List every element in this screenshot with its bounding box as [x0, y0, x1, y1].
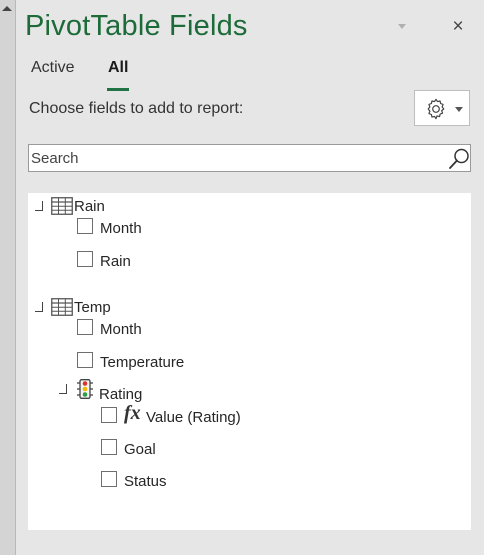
field-label-status[interactable]: Status [124, 473, 167, 490]
field-checkbox-rain-month[interactable] [77, 218, 93, 234]
field-checkbox-rain-rain[interactable] [77, 251, 93, 267]
gear-icon [427, 98, 445, 120]
kpi-name-rating[interactable]: Rating [99, 386, 142, 403]
table-name-rain[interactable]: Rain [74, 198, 105, 215]
table-icon [51, 197, 73, 215]
field-checkbox-value-rating[interactable] [101, 407, 117, 423]
search-icon[interactable] [447, 147, 471, 171]
traffic-light-icon [77, 379, 93, 399]
field-label-value-rating[interactable]: Value (Rating) [146, 409, 241, 426]
tab-active[interactable]: Active [31, 59, 75, 77]
field-checkbox-goal[interactable] [101, 439, 117, 455]
collapse-rating-toggle[interactable] [59, 384, 67, 394]
field-checkbox-status[interactable] [101, 471, 117, 487]
field-label-temp-temperature[interactable]: Temperature [100, 354, 184, 371]
collapse-rain-toggle[interactable] [35, 201, 43, 211]
panel-title: PivotTable Fields [25, 10, 248, 42]
search-input[interactable] [29, 145, 431, 171]
choose-fields-label: Choose fields to add to report: [29, 100, 244, 117]
field-list: Rain Month Rain Temp Month Temperature R… [28, 193, 471, 530]
tab-all[interactable]: All [108, 59, 128, 77]
field-checkbox-temp-month[interactable] [77, 319, 93, 335]
fx-icon: fx [124, 402, 141, 424]
collapse-temp-toggle[interactable] [35, 302, 43, 312]
close-button[interactable]: × [449, 17, 467, 37]
task-pane-options-icon[interactable] [398, 24, 406, 29]
table-name-temp[interactable]: Temp [74, 299, 111, 316]
field-label-rain-rain[interactable]: Rain [100, 253, 131, 270]
field-list-settings-button[interactable] [414, 90, 470, 126]
left-gutter [0, 0, 16, 555]
selected-tab-indicator [107, 88, 129, 91]
field-label-goal[interactable]: Goal [124, 441, 156, 458]
search-box [28, 144, 471, 172]
collapse-caret-icon[interactable] [2, 6, 12, 11]
field-checkbox-temp-temperature[interactable] [77, 352, 93, 368]
chevron-down-icon [455, 107, 463, 112]
field-label-rain-month[interactable]: Month [100, 220, 142, 237]
field-label-temp-month[interactable]: Month [100, 321, 142, 338]
table-icon [51, 298, 73, 316]
